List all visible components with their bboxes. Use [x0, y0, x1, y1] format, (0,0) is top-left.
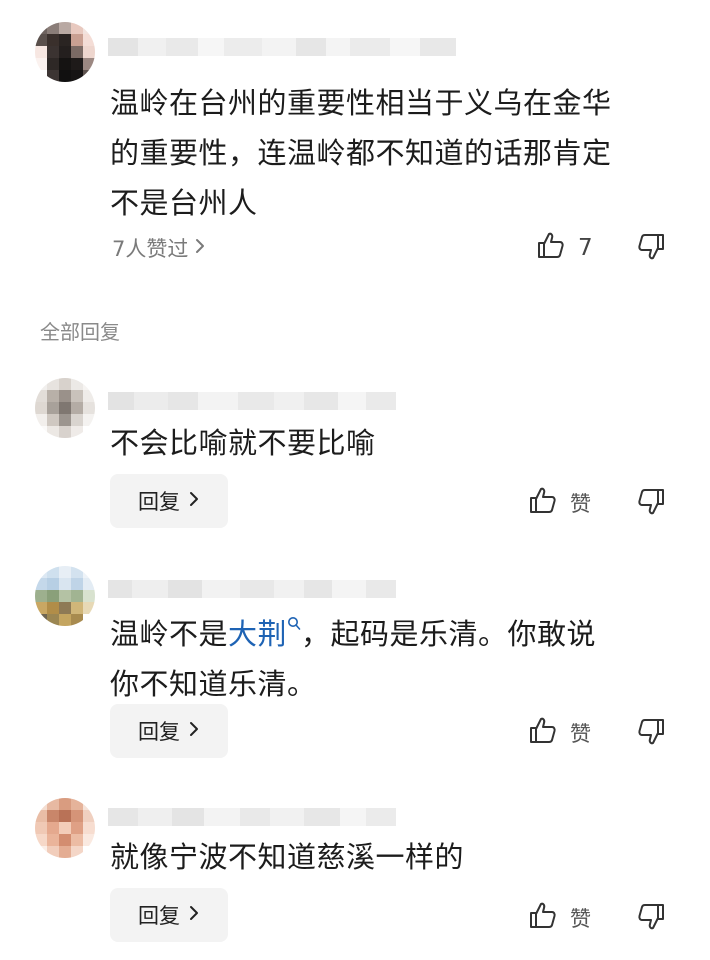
avatar[interactable] — [35, 22, 95, 82]
thumbs-down-icon[interactable] — [636, 487, 666, 521]
reply-button-label: 回复 — [138, 904, 180, 928]
reply-line: 温岭不是大荆 ，起码是乐清。你敢说 — [110, 602, 700, 659]
like-button[interactable]: 7 — [536, 230, 593, 265]
thumbs-down-icon[interactable] — [636, 232, 666, 266]
reply-button[interactable]: 回复 — [110, 888, 228, 942]
main-comment: 温岭在台州的重要性相当于义乌在金华 的重要性，连温岭都不知道的话那肯定 不是台州… — [0, 0, 710, 290]
thumbs-down-icon[interactable] — [636, 717, 666, 751]
avatar[interactable] — [35, 566, 95, 626]
chevron-right-icon — [188, 719, 200, 743]
chevron-right-icon — [188, 903, 200, 927]
reply-button-label: 回复 — [138, 490, 180, 514]
reply-text: 温岭不是大荆 ，起码是乐清。你敢说 你不知道乐清。 — [110, 602, 700, 709]
comment-line: 不是台州人 — [110, 186, 258, 220]
comment-line: 温岭在台州的重要性相当于义乌在金华 — [110, 86, 612, 120]
reply-text: 不会比喻就不要比喻 — [110, 426, 376, 460]
reply-item: 温岭不是大荆 ，起码是乐清。你敢说 你不知道乐清。 回复 赞 — [0, 548, 710, 768]
like-button[interactable]: 赞 — [528, 485, 591, 520]
reply-button-label: 回复 — [138, 720, 180, 744]
like-count: 7 — [578, 234, 593, 261]
avatar[interactable] — [35, 378, 95, 438]
avatar[interactable] — [35, 798, 95, 858]
likes-summary: 7人赞过 — [112, 237, 189, 261]
chevron-right-icon — [194, 236, 206, 260]
username-blurred[interactable] — [108, 806, 396, 828]
thumbs-up-icon — [528, 715, 558, 750]
thumbs-up-icon — [528, 900, 558, 935]
keyword-link-text: 大荆 — [228, 617, 288, 651]
like-label: 赞 — [570, 491, 591, 516]
comment-text: 温岭在台州的重要性相当于义乌在金华 的重要性，连温岭都不知道的话那肯定 不是台州… — [110, 78, 690, 228]
reply-line: 你不知道乐清。 — [110, 667, 317, 701]
username-blurred[interactable] — [108, 390, 396, 412]
search-icon — [287, 617, 301, 636]
comment-line: 的重要性，连温岭都不知道的话那肯定 — [110, 136, 612, 170]
thumbs-up-icon — [536, 230, 566, 265]
thumbs-down-icon[interactable] — [636, 902, 666, 936]
username-blurred[interactable] — [108, 36, 456, 58]
section-title: 全部回复 — [40, 320, 120, 344]
chevron-right-icon — [188, 489, 200, 513]
reply-text: 就像宁波不知道慈溪一样的 — [110, 840, 465, 874]
reply-text-prefix: 温岭不是 — [110, 617, 229, 651]
likes-summary-link[interactable]: 7人赞过 — [112, 233, 206, 263]
reply-button[interactable]: 回复 — [110, 474, 228, 528]
like-button[interactable]: 赞 — [528, 715, 591, 750]
like-button[interactable]: 赞 — [528, 900, 591, 935]
like-label: 赞 — [570, 721, 591, 746]
reply-item: 不会比喻就不要比喻 回复 赞 — [0, 360, 710, 540]
thumbs-up-icon — [528, 485, 558, 520]
reply-item: 就像宁波不知道慈溪一样的 回复 赞 — [0, 780, 710, 960]
reply-text-suffix: ，起码是乐清。你敢说 — [301, 617, 597, 651]
like-label: 赞 — [570, 906, 591, 931]
reply-button[interactable]: 回复 — [110, 704, 228, 758]
username-blurred[interactable] — [108, 578, 396, 600]
keyword-link[interactable]: 大荆 — [228, 617, 301, 651]
